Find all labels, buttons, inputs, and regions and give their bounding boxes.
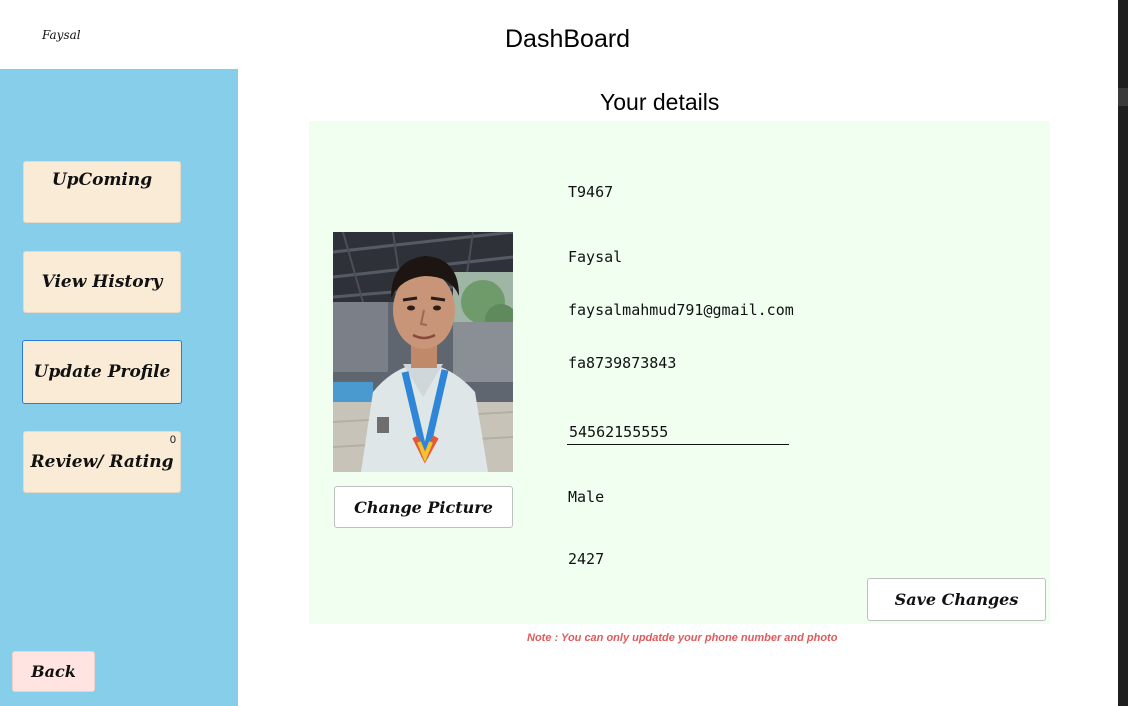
change-picture-button-label: Change Picture: [354, 497, 493, 517]
page-title: DashBoard: [505, 25, 631, 53]
upcoming-button-label: UpComing: [51, 170, 153, 190]
save-changes-button[interactable]: Save Changes: [867, 578, 1046, 621]
password-value: fa8739873843: [568, 354, 677, 372]
upcoming-button[interactable]: UpComing: [23, 161, 181, 223]
view-history-button[interactable]: View History: [23, 251, 181, 313]
details-panel: Change Picture T9467 Faysal faysalmahmud…: [309, 121, 1050, 624]
gender-value: Male: [568, 488, 605, 506]
email-value: faysalmahmud791@gmail.com: [568, 301, 794, 319]
back-button[interactable]: Back: [12, 651, 95, 692]
user-id-value: T9467: [568, 183, 614, 201]
profile-photo: [333, 232, 513, 472]
section-title: Your details: [600, 89, 720, 115]
review-rating-button-label: Review/ Rating: [30, 452, 174, 472]
window-edge-marker: [1118, 88, 1128, 106]
change-picture-button[interactable]: Change Picture: [334, 486, 513, 528]
phone-number-input[interactable]: [567, 419, 789, 445]
code-value: 2427: [568, 550, 605, 568]
sidebar: UpComing View History Update Profile Rev…: [0, 69, 238, 706]
update-profile-button-label: Update Profile: [33, 362, 171, 382]
back-button-label: Back: [31, 662, 76, 681]
review-count-badge: 0: [169, 434, 176, 446]
view-history-button-label: View History: [41, 272, 163, 292]
save-changes-button-label: Save Changes: [894, 590, 1019, 609]
review-rating-button[interactable]: Review/ Rating 0: [23, 431, 181, 493]
window-edge: [1118, 0, 1128, 706]
name-value: Faysal: [568, 248, 623, 266]
username-label: Faysal: [42, 28, 81, 42]
app-window: Faysal DashBoard UpComing View History U…: [0, 0, 1118, 706]
update-profile-button[interactable]: Update Profile: [22, 340, 182, 404]
update-note: Note : You can only updatde your phone n…: [527, 632, 838, 644]
